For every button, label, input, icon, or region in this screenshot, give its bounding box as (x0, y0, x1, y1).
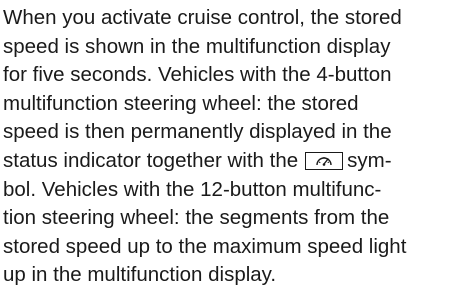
text-line: up in the multifunction display. (3, 263, 277, 287)
manual-paragraph: When you activate cruise control, the st… (3, 4, 473, 290)
text-line: speed is shown in the multifunction disp… (3, 34, 391, 58)
text-line: multifunction steering wheel: the stored (3, 91, 359, 115)
text-line: speed is then permanently displayed in t… (3, 120, 392, 144)
text-line: bol. Vehicles with the 12-button multifu… (3, 177, 382, 201)
text-line: for five seconds. Vehicles with the 4-bu… (3, 63, 392, 87)
text-segment: sym- (347, 148, 392, 172)
text-line: When you activate cruise control, the st… (3, 6, 402, 29)
text-line: stored speed up to the maximum speed lig… (3, 234, 407, 258)
cruise-control-speedometer-icon (305, 151, 344, 170)
text-line-with-symbol: status indicator together with the sym- (3, 147, 473, 176)
text-segment: status indicator together with the (3, 148, 299, 172)
text-line: tion steering wheel: the segments from t… (3, 206, 390, 230)
